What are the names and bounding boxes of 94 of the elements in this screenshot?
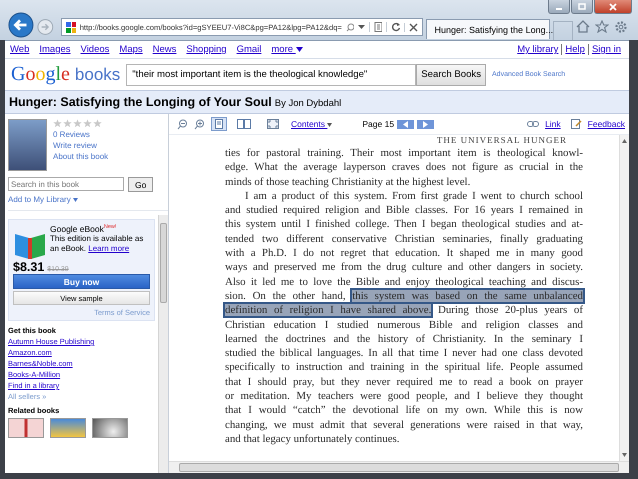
buy-now-button[interactable]: Buy now <box>13 274 150 289</box>
book-text: ways and preserved me from the drug culture and other dangers in society. <box>225 261 583 274</box>
page-icon[interactable] <box>368 22 382 32</box>
book-text: changing, we must admit that several generations were raised in that way, <box>225 418 583 431</box>
sidebar-scrollbar[interactable] <box>158 215 168 473</box>
book-text: and that legacy unfortunately continues. <box>225 432 400 445</box>
book-info-link[interactable]: Write review <box>53 141 108 150</box>
learn-more-link[interactable]: Learn more <box>88 244 130 253</box>
account-link[interactable]: Sign in <box>588 44 624 55</box>
contents-link[interactable]: Contents <box>291 119 332 129</box>
book-cover-placeholder[interactable] <box>8 119 47 171</box>
maximize-button[interactable] <box>571 0 593 14</box>
book-text: sion. On the other hand, <box>225 290 346 302</box>
link-icon <box>527 121 540 127</box>
caret-icon <box>72 198 78 202</box>
nav-link[interactable]: Gmail <box>236 44 262 55</box>
book-text: ties for pastoral training. Their most important item is theological knowl- <box>225 147 583 159</box>
running-head: THE UNIVERSAL HUNGER <box>436 135 567 146</box>
book-thumbnail-placeholder[interactable] <box>50 418 86 438</box>
nav-link[interactable]: Web <box>10 44 30 55</box>
nav-link[interactable]: News <box>152 44 176 55</box>
star-icon[interactable] <box>595 20 609 33</box>
single-page-button[interactable] <box>211 117 227 131</box>
close-icon <box>609 2 617 10</box>
search-field[interactable]: "their most important item is the theological knowledge" <box>126 64 416 86</box>
highlighted-text: definition of religion I have shared above. <box>225 304 432 316</box>
nav-link[interactable]: Shopping <box>186 44 227 55</box>
more-link[interactable]: more <box>271 44 303 55</box>
page-number: Page 15 <box>362 119 394 129</box>
scroll-down-icon[interactable] <box>622 453 627 457</box>
book-thumbnail-placeholder[interactable] <box>8 418 44 438</box>
close-button[interactable] <box>594 0 632 14</box>
previous-page-button[interactable] <box>397 120 414 128</box>
nav-link[interactable]: Images <box>39 44 71 55</box>
price: $8.31 <box>13 260 44 274</box>
nav-link[interactable]: Videos <box>80 44 110 55</box>
book-text: minds of those teaching Christianity at the highest level. <box>225 176 470 188</box>
book-text: studied the biblical languages. In all that time I never had one class devoted <box>225 347 583 360</box>
fullscreen-icon[interactable] <box>267 119 279 129</box>
caret-icon <box>296 46 303 52</box>
book-info-link[interactable]: 0 Reviews <box>53 130 108 139</box>
home-icon[interactable] <box>576 20 590 33</box>
caret-icon <box>327 123 332 127</box>
left-arrow-icon <box>403 120 408 128</box>
book-text: tended two different conservative Christian seminaries, finally graduating <box>225 232 583 245</box>
account-link[interactable]: My library <box>514 44 562 55</box>
book-text: with a Ph.D. I do not regret that education. It shaped me in many good <box>225 247 583 260</box>
zoom-in-icon[interactable] <box>194 118 205 130</box>
book-text: that I would “catch” the devotional life on my own. While this is now <box>225 404 583 416</box>
search-icon[interactable] <box>346 22 354 32</box>
new-label: New! <box>104 224 116 230</box>
book-text: that I should pray, but they never required me to read a book on prayer <box>225 376 583 388</box>
ebook-title: Google eBook <box>50 224 104 234</box>
right-arrow-icon <box>423 120 428 128</box>
search-books-button[interactable]: Search Books <box>416 64 486 86</box>
book-text: and studied required religion and Bible classes. For 16 years I remained in <box>225 204 583 216</box>
feedback-icon <box>570 119 582 129</box>
book-text: learned the doctrines and the history of Christianity. In the seminary I <box>225 332 583 345</box>
nav-link[interactable]: Maps <box>119 44 143 55</box>
ebook-description: This edition is available as an eBook. Learn more <box>50 234 144 254</box>
back-button[interactable] <box>8 11 34 39</box>
minimize-button[interactable] <box>548 0 570 14</box>
book-text: I am a product of this system. From first grade I went to church school <box>245 190 583 202</box>
search-in-book-field[interactable]: Search in this book <box>8 177 124 191</box>
add-to-library-link[interactable]: Add to My Library <box>8 195 168 204</box>
book-text: or meditation. My teachers were good people, and I believe they thought <box>225 390 583 402</box>
book-text: this system until I finished college. Then I began theological studies and at- <box>225 218 583 230</box>
book-author: By Jon Dybdahl <box>274 98 342 109</box>
horizontal-scrollbar[interactable] <box>169 461 629 473</box>
book-text: During those 20-plus years of <box>438 304 583 316</box>
feedback-link[interactable]: Feedback <box>588 119 625 129</box>
book-thumbnail-placeholder[interactable] <box>92 418 128 438</box>
page-scrollbar[interactable] <box>619 135 629 461</box>
favicon-icon <box>66 22 76 32</box>
book-text: Also it led me to love the Bible and enjoy theological teaching and discus- <box>225 276 583 288</box>
book-title: Hunger: Satisfying the Longing of Your Soul <box>9 95 272 109</box>
zoom-out-icon[interactable] <box>177 118 188 130</box>
account-link[interactable]: Help <box>561 44 588 55</box>
next-page-button[interactable] <box>417 120 434 128</box>
book-info-link[interactable]: About this book <box>53 152 108 161</box>
book-text: edge. What the average layperson craves does not figure as crucial in the <box>225 161 583 174</box>
scroll-up-icon[interactable] <box>622 139 627 143</box>
google-books-logo: Google books <box>11 63 120 86</box>
highlighted-text: this system was based on the same unbalanced <box>352 290 583 302</box>
stop-icon[interactable] <box>404 22 418 32</box>
browser-tab[interactable]: Hunger: Satisfying the Long... <box>426 19 550 39</box>
link-link[interactable]: Link <box>545 119 561 129</box>
book-text: Christian education I studied numerous Bible and religion classes and <box>225 318 583 331</box>
caret-icon[interactable] <box>358 25 365 29</box>
refresh-icon[interactable] <box>386 22 400 32</box>
book-text: specifically to instruction and training in the spiritual life. People assumed <box>225 361 583 374</box>
maximize-icon <box>578 3 586 10</box>
go-button[interactable]: Go <box>128 177 154 192</box>
settings-icon[interactable] <box>614 20 628 34</box>
